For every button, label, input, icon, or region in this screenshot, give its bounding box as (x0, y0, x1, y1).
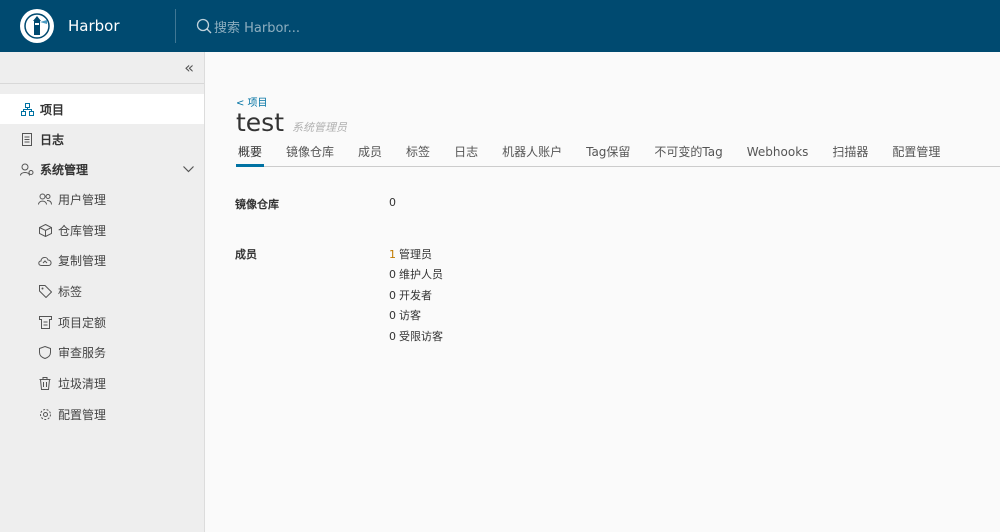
box-icon (38, 223, 52, 237)
member-row-limited-guest: 0 受限访客 (389, 328, 443, 344)
app-header: Harbor 搜索 Harbor... (0, 0, 1000, 52)
sidebar-item-label: 仓库管理 (58, 223, 107, 238)
page-title: test (236, 108, 285, 137)
repositories-label: 镜像仓库 (235, 198, 279, 211)
tab-robot-accounts[interactable]: 机器人账户 (500, 142, 564, 167)
sidebar-item-logs[interactable]: 日志 (0, 124, 204, 154)
sidebar-item-label: 标签 (58, 284, 83, 299)
member-row-developer: 0 开发者 (389, 287, 432, 303)
sidebar-item-admin[interactable]: 系统管理 (0, 154, 204, 184)
shield-icon (38, 346, 52, 360)
tab-labels[interactable]: 标签 (404, 142, 432, 167)
global-search[interactable]: 搜索 Harbor... (196, 17, 300, 36)
sidebar-item-registries[interactable]: 仓库管理 (0, 215, 204, 246)
member-role: 开发者 (399, 289, 432, 302)
member-row-guest: 0 访客 (389, 307, 421, 323)
gear-icon (38, 407, 52, 421)
member-count: 0 (389, 268, 396, 281)
sidebar-item-replications[interactable]: 复制管理 (0, 245, 204, 276)
sidebar-item-label: 项目 (40, 102, 65, 117)
sidebar: « 项目 日志 系统管理 用户管理 仓库管理 复制管理 标签 项目定额 审查服务… (0, 52, 205, 532)
sidebar-item-interrogation[interactable]: 审查服务 (0, 337, 204, 368)
admin-icon (20, 162, 34, 176)
page-title-row: test 系统管理员 (236, 108, 347, 137)
sidebar-item-configuration[interactable]: 配置管理 (0, 399, 204, 430)
tab-repositories[interactable]: 镜像仓库 (284, 142, 336, 167)
sidebar-item-projects[interactable]: 项目 (0, 94, 204, 124)
sidebar-item-label: 审查服务 (58, 346, 107, 361)
tab-configuration[interactable]: 配置管理 (890, 142, 942, 167)
tab-scanner[interactable]: 扫描器 (830, 142, 870, 167)
sidebar-item-label: 系统管理 (40, 162, 89, 177)
sidebar-item-label: 日志 (40, 132, 65, 147)
repositories-count: 0 (389, 196, 396, 209)
sidebar-item-gc[interactable]: 垃圾清理 (0, 368, 204, 399)
harbor-logo-icon (20, 9, 54, 43)
tab-logs[interactable]: 日志 (452, 142, 480, 167)
collapse-sidebar-button[interactable]: « (0, 52, 204, 84)
tab-summary[interactable]: 概要 (236, 142, 265, 167)
sidebar-item-labels[interactable]: 标签 (0, 276, 204, 307)
member-role: 访客 (399, 309, 421, 322)
member-row-maintainer: 0 维护人员 (389, 266, 443, 282)
logs-icon (20, 132, 34, 146)
sidebar-item-users[interactable]: 用户管理 (0, 184, 204, 215)
member-count: 0 (389, 330, 396, 343)
project-tabs: 概要 镜像仓库 成员 标签 日志 机器人账户 Tag保留 不可变的Tag Web… (236, 142, 1000, 167)
member-count: 1 (389, 248, 396, 261)
tag-icon (38, 284, 52, 298)
tab-tag-retention[interactable]: Tag保留 (584, 142, 632, 167)
chevron-down-icon[interactable] (183, 162, 194, 176)
brand[interactable]: Harbor (0, 0, 175, 52)
tab-members[interactable]: 成员 (356, 142, 384, 167)
sidebar-item-label: 项目定额 (58, 315, 107, 330)
member-role: 管理员 (399, 248, 432, 261)
sidebar-item-quotas[interactable]: 项目定额 (0, 307, 204, 338)
member-count: 0 (389, 289, 396, 302)
projects-icon (20, 102, 34, 116)
cloud-icon (38, 254, 52, 268)
brand-name: Harbor (68, 17, 120, 35)
main-content: < 项目 test 系统管理员 概要 镜像仓库 成员 标签 日志 机器人账户 T… (205, 52, 1000, 532)
quota-icon (38, 315, 52, 329)
search-icon (196, 18, 212, 34)
header-divider (175, 9, 176, 43)
trash-icon (38, 376, 52, 390)
role-badge: 系统管理员 (292, 121, 348, 134)
sidebar-item-label: 配置管理 (58, 407, 107, 422)
double-chevron-left-icon: « (184, 58, 194, 77)
users-icon (38, 192, 52, 206)
breadcrumb-projects[interactable]: < 项目 (236, 94, 268, 109)
member-role: 受限访客 (399, 330, 443, 343)
tab-webhooks[interactable]: Webhooks (745, 142, 811, 167)
tab-immutable-tags[interactable]: 不可变的Tag (652, 142, 724, 167)
sidebar-item-label: 垃圾清理 (58, 376, 107, 391)
member-row-admin: 1 管理员 (389, 246, 432, 262)
search-input[interactable]: 搜索 Harbor... (214, 17, 300, 36)
sidebar-item-label: 用户管理 (58, 192, 107, 207)
members-label: 成员 (235, 248, 257, 261)
sidebar-item-label: 复制管理 (58, 254, 107, 269)
member-count: 0 (389, 309, 396, 322)
member-role: 维护人员 (399, 268, 443, 281)
